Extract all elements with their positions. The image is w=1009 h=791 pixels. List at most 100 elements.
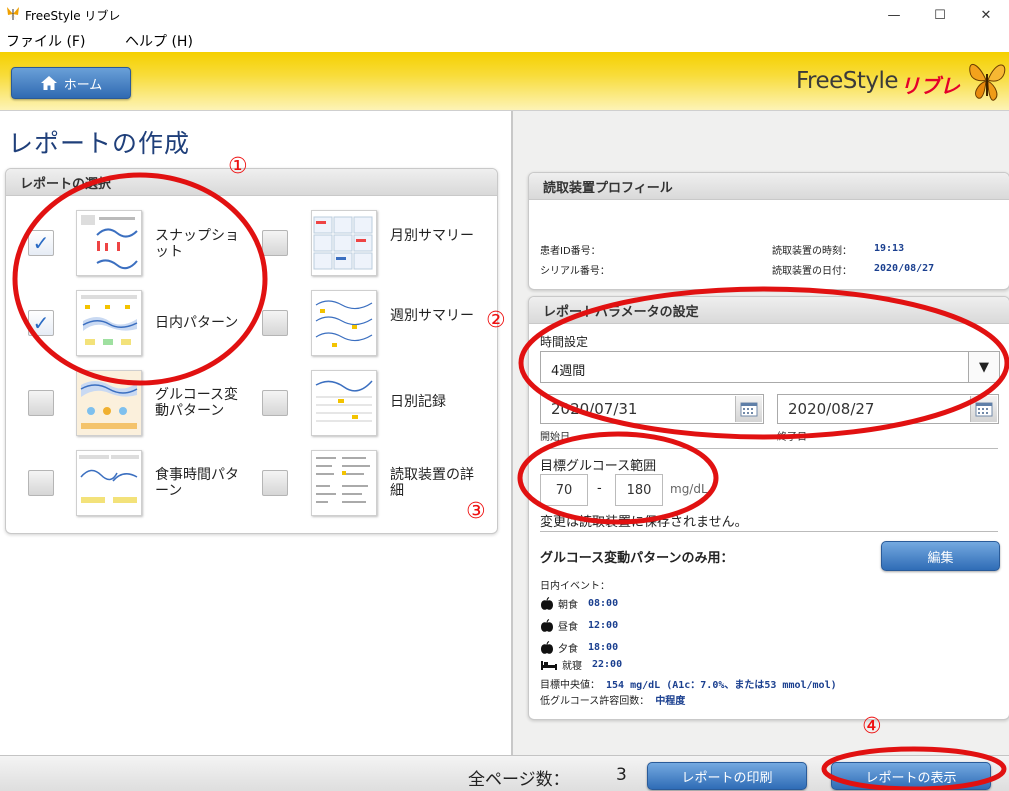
reader-date-value: 2020/08/27 (874, 263, 935, 274)
thumbnail-daily-patterns[interactable] (76, 290, 142, 356)
apple-icon (541, 596, 553, 610)
hypo-label: 低グルコース許容回数： (540, 696, 650, 707)
dropdown-arrow-icon[interactable]: ▼ (968, 352, 999, 382)
bed-icon (541, 660, 557, 670)
serial-label: シリアル番号： (540, 266, 610, 277)
end-date-value: 2020/08/27 (788, 400, 875, 418)
reader-time-label: 読取装置の時刻： (772, 246, 852, 257)
report-label-daily-patterns[interactable]: 日内パターン (155, 315, 247, 331)
title-bar (0, 0, 1009, 30)
minimize-button[interactable]: — (871, 0, 917, 30)
not-saved-note: 変更は読取装置に保存されません。 (540, 515, 748, 530)
start-date-label: 開始日 (540, 432, 570, 443)
checkbox-daily-patterns[interactable]: ✓ (28, 310, 54, 336)
report-label-meal-patterns[interactable]: 食事時間パターン (155, 467, 247, 499)
annotation-number-3: ③ (466, 499, 486, 524)
thumbnail-meal-patterns[interactable] (76, 450, 142, 516)
event-name: 夕食 (558, 644, 578, 655)
thumbnail-daily-log[interactable] (311, 370, 377, 436)
median-label: 目標中央値： (540, 680, 600, 691)
event-dinner: 夕食 18:00 (540, 640, 618, 655)
event-lunch: 昼食 12:00 (540, 618, 618, 633)
checkmark-icon: ✓ (32, 311, 50, 335)
agp-only-label: グルコース変動パターンのみ用： (540, 551, 734, 566)
thumbnail-glucose-pattern[interactable] (76, 370, 142, 436)
annotation-number-2: ② (486, 308, 506, 333)
hypo-value: 中程度 (655, 696, 686, 707)
apple-icon (541, 640, 553, 654)
apple-icon (541, 618, 553, 632)
separator (540, 531, 998, 532)
checkbox-meal-patterns[interactable] (28, 470, 54, 496)
butterfly-app-icon (7, 7, 19, 21)
checkbox-daily-log[interactable] (262, 390, 288, 416)
home-button[interactable]: ホーム (11, 67, 131, 99)
logo-main-text: FreeStyle (796, 68, 899, 94)
checkbox-weekly-summary[interactable] (262, 310, 288, 336)
thumbnail-monthly-summary[interactable] (311, 210, 377, 276)
target-low-input[interactable]: 70 (540, 474, 588, 506)
butterfly-logo-icon (969, 64, 1006, 101)
menu-file[interactable]: ファイル (F) (6, 31, 85, 51)
annotation-number-4: ④ (862, 714, 882, 739)
page-title: レポートの作成 (8, 129, 191, 158)
end-date-label: 終了日 (777, 432, 807, 443)
menu-help[interactable]: ヘルプ (H) (125, 31, 193, 51)
checkbox-glucose-pattern[interactable] (28, 390, 54, 416)
print-report-button[interactable]: レポートの印刷 (647, 762, 807, 790)
median-value: 154 mg/dL (A1c：7.0%、または53 mmol/mol) (606, 680, 837, 691)
reader-time-value: 19:13 (874, 243, 905, 254)
event-time: 08:00 (588, 598, 619, 609)
report-label-snapshot[interactable]: スナップショット (155, 228, 247, 260)
event-time: 18:00 (588, 642, 619, 653)
report-params-header: レポートパラメータの設定 (529, 297, 1009, 324)
end-date-input[interactable]: 2020/08/27 (777, 394, 999, 424)
target-high-input[interactable]: 180 (615, 474, 663, 506)
separator (540, 448, 998, 449)
maximize-button[interactable]: ☐ (917, 0, 963, 30)
event-name: 就寝 (562, 661, 582, 672)
report-label-glucose-pattern[interactable]: グルコース変動パターン (155, 387, 247, 419)
target-dash: - (597, 481, 602, 496)
thumbnail-snapshot[interactable] (76, 210, 142, 276)
period-select-value: 4週間 (551, 364, 586, 379)
thumbnail-weekly-summary[interactable] (311, 290, 377, 356)
target-unit: mg/dL (670, 482, 708, 496)
report-label-daily-log[interactable]: 日別記録 (390, 394, 482, 410)
report-label-reader-details[interactable]: 読取装置の詳細 (390, 467, 482, 499)
total-pages-value: 3 (616, 765, 627, 785)
report-selection-header: レポートの選択 (6, 169, 497, 196)
reader-date-label: 読取装置の日付： (772, 266, 852, 277)
event-name: 朝食 (558, 600, 578, 611)
period-label: 時間設定 (540, 335, 589, 349)
checkbox-reader-details[interactable] (262, 470, 288, 496)
events-label: 日内イベント： (540, 581, 610, 592)
period-select[interactable]: 4週間 ▼ (540, 351, 1000, 383)
annotation-number-1: ① (228, 154, 248, 179)
freestyle-libre-logo: FreeStyle リブレ (796, 58, 1008, 108)
calendar-icon[interactable] (970, 396, 997, 422)
total-pages-label: 全ページ数： (468, 770, 570, 790)
edit-button[interactable]: 編集 (881, 541, 1000, 571)
event-name: 昼食 (558, 622, 578, 633)
thumbnail-reader-details[interactable] (311, 450, 377, 516)
close-button[interactable]: ✕ (963, 0, 1009, 30)
median-row: 目標中央値： 154 mg/dL (A1c：7.0%、または53 mmol/mo… (540, 676, 837, 691)
home-button-label: ホーム (63, 77, 103, 93)
logo-sub-text: リブレ (900, 74, 960, 98)
report-label-weekly-summary[interactable]: 週別サマリー (390, 308, 482, 324)
start-date-value: 2020/07/31 (551, 400, 638, 418)
reader-profile-header: 読取装置プロフィール (529, 173, 1009, 200)
calendar-icon[interactable] (735, 396, 762, 422)
start-date-input[interactable]: 2020/07/31 (540, 394, 764, 424)
checkbox-monthly-summary[interactable] (262, 230, 288, 256)
show-report-button[interactable]: レポートの表示 (831, 762, 991, 790)
report-label-monthly-summary[interactable]: 月別サマリー (390, 228, 482, 244)
serial-value (624, 254, 730, 280)
window-title: FreeStyle リブレ (25, 9, 121, 23)
target-range-label: 目標グルコース範囲 (540, 459, 657, 474)
event-bedtime: 就寝 22:00 (540, 657, 622, 672)
patient-id-label: 患者ID番号： (540, 246, 601, 257)
checkbox-snapshot[interactable]: ✓ (28, 230, 54, 256)
hypo-row: 低グルコース許容回数： 中程度 (540, 692, 685, 707)
